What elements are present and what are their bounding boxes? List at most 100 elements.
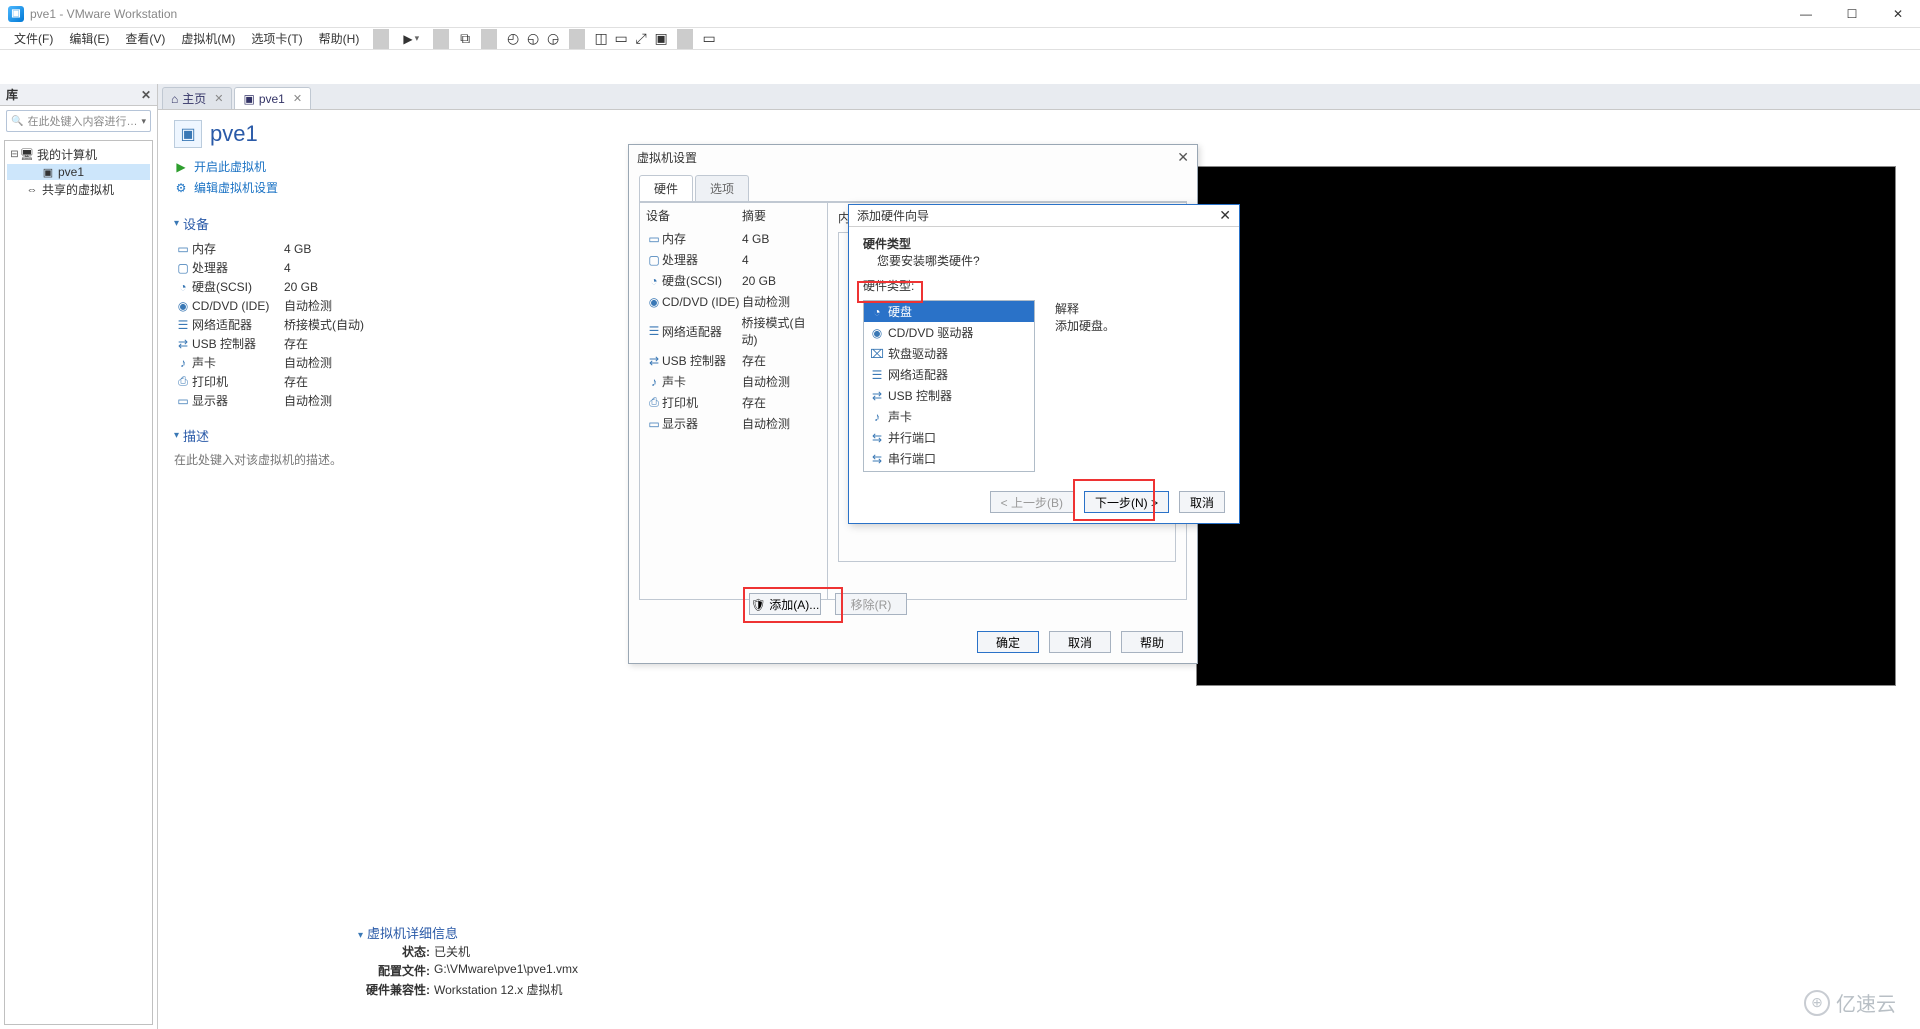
details-header[interactable]: 虚拟机详细信息 [358,923,578,942]
settings-device-row[interactable]: ⎙打印机存在 [640,392,827,413]
content-area: ⌂ 主页 ✕ ▣ pve1 ✕ ▣ pve1 ▶开启此虚拟机 ⚙编辑虚拟机设置 … [158,84,1920,1029]
menu-view[interactable]: 查看(V) [117,28,173,49]
menu-vm[interactable]: 虚拟机(M) [173,28,243,49]
device-icon: ▭ [174,242,192,256]
separator [677,29,693,49]
wizard-next-button[interactable]: 下一步(N) > [1084,491,1169,513]
hw-type-icon: ◔ [870,305,884,319]
hardware-type-item[interactable]: ◔硬盘 [864,301,1034,322]
settings-device-row[interactable]: ☰网络适配器桥接模式(自动) [640,312,827,350]
expand-icon[interactable]: ⊟ [9,149,20,160]
wizard-back-button: < 上一步(B) [990,491,1074,513]
device-icon: ♪ [646,375,662,389]
menu-tabs[interactable]: 选项卡(T) [243,28,310,49]
hardware-type-item[interactable]: ⇄USB 控制器 [864,385,1034,406]
clock2-icon[interactable]: ◵ [523,29,543,49]
device-icon: ▭ [174,394,192,408]
hardware-type-item[interactable]: ☰网络适配器 [864,364,1034,385]
explain-label: 解释 [1055,300,1225,317]
wizard-close-icon[interactable]: ✕ [1219,207,1231,224]
titlebar: ▣ pve1 - VMware Workstation — ☐ ✕ [0,0,1920,28]
settings-device-row[interactable]: ♪声卡自动检测 [640,371,827,392]
tab-close-icon[interactable]: ✕ [214,92,223,105]
settings-tab-options[interactable]: 选项 [695,175,749,201]
app-icon: ▣ [8,6,24,22]
settings-device-row[interactable]: ⇄USB 控制器存在 [640,350,827,371]
hardware-type-item[interactable]: ⇆串行端口 [864,448,1034,469]
menu-file[interactable]: 文件(F) [6,28,61,49]
wizard-cancel-button[interactable]: 取消 [1179,491,1225,513]
hw-type-icon: ◉ [870,326,884,340]
add-hardware-button[interactable]: 🛡 添加(A)... [749,593,821,615]
menu-edit[interactable]: 编辑(E) [61,28,117,49]
cancel-button[interactable]: 取消 [1049,631,1111,653]
settings-device-row[interactable]: ▭内存4 GB [640,228,827,249]
hw-type-icon: ☰ [870,368,884,382]
window-controls: — ☐ ✕ [1792,7,1912,21]
library-header: 库 ✕ [0,84,157,106]
settings-device-list: ▭内存4 GB▢处理器4◔硬盘(SCSI)20 GB◉CD/DVD (IDE)自… [640,228,827,434]
dialog-close-icon[interactable]: ✕ [1177,149,1189,166]
unity-icon[interactable]: ▣ [651,29,671,49]
hardware-type-item[interactable]: ⌧软盘驱动器 [864,343,1034,364]
tab-home[interactable]: ⌂ 主页 ✕ [162,87,232,109]
hw-type-icon: ⌧ [870,347,884,361]
library-close-icon[interactable]: ✕ [141,88,151,102]
watermark: ⊕ 亿速云 [1804,988,1896,1017]
tab-close-icon[interactable]: ✕ [293,92,302,105]
thumbnail-icon[interactable]: ▭ [699,29,719,49]
settings-tab-hardware[interactable]: 硬件 [639,175,693,201]
settings-device-row[interactable]: ▭显示器自动检测 [640,413,827,434]
tab-bar: ⌂ 主页 ✕ ▣ pve1 ✕ [158,84,1920,110]
device-icon: ▢ [646,253,662,267]
settings-device-row[interactable]: ▢处理器4 [640,249,827,270]
view-single-icon[interactable]: ▭ [611,29,631,49]
device-icon: ⎙ [646,395,662,410]
wizard-subheading: 您要安装哪类硬件? [877,254,980,268]
dialog-titlebar[interactable]: 虚拟机设置 ✕ [629,145,1197,169]
settings-device-row[interactable]: ◉CD/DVD (IDE)自动检测 [640,291,827,312]
vm-preview-thumbnail[interactable] [1196,166,1896,686]
minimize-button[interactable]: — [1792,7,1820,21]
separator [569,29,585,49]
hardware-type-list[interactable]: ◔硬盘◉CD/DVD 驱动器⌧软盘驱动器☰网络适配器⇄USB 控制器♪声卡⇆并行… [863,300,1035,472]
wizard-list-label: 硬件类型: [849,277,1239,294]
help-button[interactable]: 帮助 [1121,631,1183,653]
computer-icon: 🖥 [20,148,34,161]
view-split-icon[interactable]: ◫ [591,29,611,49]
hw-type-icon: ⇆ [870,452,884,466]
clock1-icon[interactable]: ◴ [503,29,523,49]
settings-device-row[interactable]: ◔硬盘(SCSI)20 GB [640,270,827,291]
fullscreen-icon[interactable]: ⤢ [631,29,651,49]
hardware-type-item[interactable]: ⎙打印机 [864,469,1034,472]
hardware-type-item[interactable]: ◉CD/DVD 驱动器 [864,322,1034,343]
maximize-button[interactable]: ☐ [1838,7,1866,21]
snapshot-icon[interactable]: ⧉ [455,29,475,49]
wizard-titlebar[interactable]: 添加硬件向导 ✕ [849,205,1239,227]
ok-button[interactable]: 确定 [977,631,1039,653]
vm-name-heading: pve1 [210,121,258,147]
tab-pve1[interactable]: ▣ pve1 ✕ [234,87,311,109]
hw-type-icon: ⇄ [870,389,884,403]
tree-shared-vms[interactable]: ⇔ 共享的虚拟机 [7,180,150,199]
power-on-button[interactable]: ▶ [395,30,427,48]
hardware-type-item[interactable]: ♪声卡 [864,406,1034,427]
remove-hardware-button: 移除(R) [835,593,907,615]
device-icon: ▭ [646,417,662,431]
tree-my-computer[interactable]: ⊟ 🖥 我的计算机 [7,145,150,164]
device-icon: ⎙ [174,374,192,389]
tree-item-pve1[interactable]: ▣ pve1 [7,164,150,180]
vm-icon: ▣ [41,166,55,179]
device-icon: ▭ [646,232,662,246]
close-button[interactable]: ✕ [1884,7,1912,21]
library-search[interactable]: 在此处键入内容进行… [6,110,151,132]
hardware-type-item[interactable]: ⇆并行端口 [864,427,1034,448]
menu-help[interactable]: 帮助(H) [311,28,368,49]
home-icon: ⌂ [171,92,178,106]
separator [433,29,449,49]
play-icon: ▶ [174,160,188,174]
device-icon: ◉ [174,299,192,313]
clock3-icon[interactable]: ◶ [543,29,563,49]
separator [481,29,497,49]
device-icon: ◔ [646,274,662,288]
